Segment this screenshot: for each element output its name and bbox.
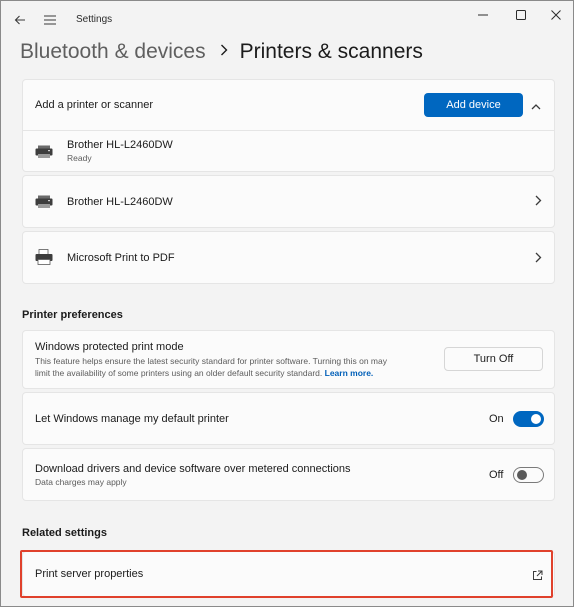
protected-print-mode-description: This feature helps ensure the latest sec… <box>35 356 435 380</box>
back-button[interactable] <box>6 6 34 34</box>
maximize-icon <box>516 10 526 20</box>
printer-item-card[interactable]: Brother HL-L2460DW <box>22 175 555 228</box>
pdf-printer-icon <box>35 249 53 265</box>
navigation-menu-button[interactable] <box>36 6 64 34</box>
printer-name: Brother HL-L2460DW <box>67 196 173 208</box>
printer-icon <box>35 145 53 158</box>
add-printer-header[interactable]: Add a printer or scanner Add device <box>23 80 554 130</box>
protected-print-mode-card: Windows protected print mode This featur… <box>22 330 555 389</box>
printer-icon <box>35 195 53 208</box>
toggle-knob <box>531 414 541 424</box>
section-title-printer-preferences: Printer preferences <box>22 309 123 321</box>
chevron-right-icon <box>535 252 542 266</box>
close-icon <box>551 10 561 20</box>
breadcrumb: Bluetooth & devices Printers & scanners <box>20 37 423 67</box>
add-device-button[interactable]: Add device <box>424 93 523 117</box>
close-button[interactable] <box>536 1 574 29</box>
toggle-knob <box>517 470 527 480</box>
back-arrow-icon <box>14 15 25 25</box>
add-printer-label: Add a printer or scanner <box>35 99 154 111</box>
minimize-icon <box>478 14 488 16</box>
default-printer-card: Let Windows manage my default printer On <box>22 392 555 445</box>
printer-name: Brother HL-L2460DW <box>67 139 173 151</box>
page-title: Printers & scanners <box>239 40 423 63</box>
hamburger-menu-icon <box>44 15 56 25</box>
turn-off-button[interactable]: Turn Off <box>444 347 543 371</box>
printer-text: Brother HL-L2460DW Ready <box>67 139 173 165</box>
metered-description: Data charges may apply <box>35 477 127 487</box>
description-line: This feature helps ensure the latest sec… <box>35 356 387 366</box>
printer-status: Ready <box>67 153 92 163</box>
toggle-state-label: Off <box>489 469 504 481</box>
chevron-up-icon[interactable] <box>531 97 541 115</box>
metered-label: Download drivers and device software ove… <box>35 463 351 475</box>
metered-toggle[interactable] <box>513 467 544 483</box>
settings-window: Settings Bluetooth & devices Printers & … <box>0 0 574 607</box>
printer-item-card[interactable]: Microsoft Print to PDF <box>22 231 555 284</box>
title-bar: Settings <box>1 1 573 37</box>
protected-print-mode-text: Windows protected print mode This featur… <box>35 341 435 380</box>
metered-text: Download drivers and device software ove… <box>35 463 351 489</box>
printer-name: Microsoft Print to PDF <box>67 252 175 264</box>
description-line: limit the availability of some printers … <box>35 367 323 378</box>
minimize-button[interactable] <box>463 1 503 29</box>
metered-connection-card: Download drivers and device software ove… <box>22 448 555 501</box>
default-printer-toggle[interactable] <box>513 411 544 427</box>
toggle-state-label: On <box>489 413 504 425</box>
maximize-button[interactable] <box>501 1 541 29</box>
breadcrumb-parent-link[interactable]: Bluetooth & devices <box>20 40 206 64</box>
printer-item[interactable]: Brother HL-L2460DW Ready <box>23 131 554 173</box>
highlight-box <box>20 550 553 598</box>
default-printer-label: Let Windows manage my default printer <box>35 413 229 425</box>
chevron-right-icon <box>220 43 228 61</box>
chevron-right-icon <box>535 195 542 209</box>
learn-more-link[interactable]: Learn more. <box>325 368 374 378</box>
app-title: Settings <box>76 14 113 25</box>
protected-print-mode-label: Windows protected print mode <box>35 341 184 353</box>
section-title-related-settings: Related settings <box>22 527 107 539</box>
add-printer-card: Add a printer or scanner Add device Brot… <box>22 79 555 172</box>
